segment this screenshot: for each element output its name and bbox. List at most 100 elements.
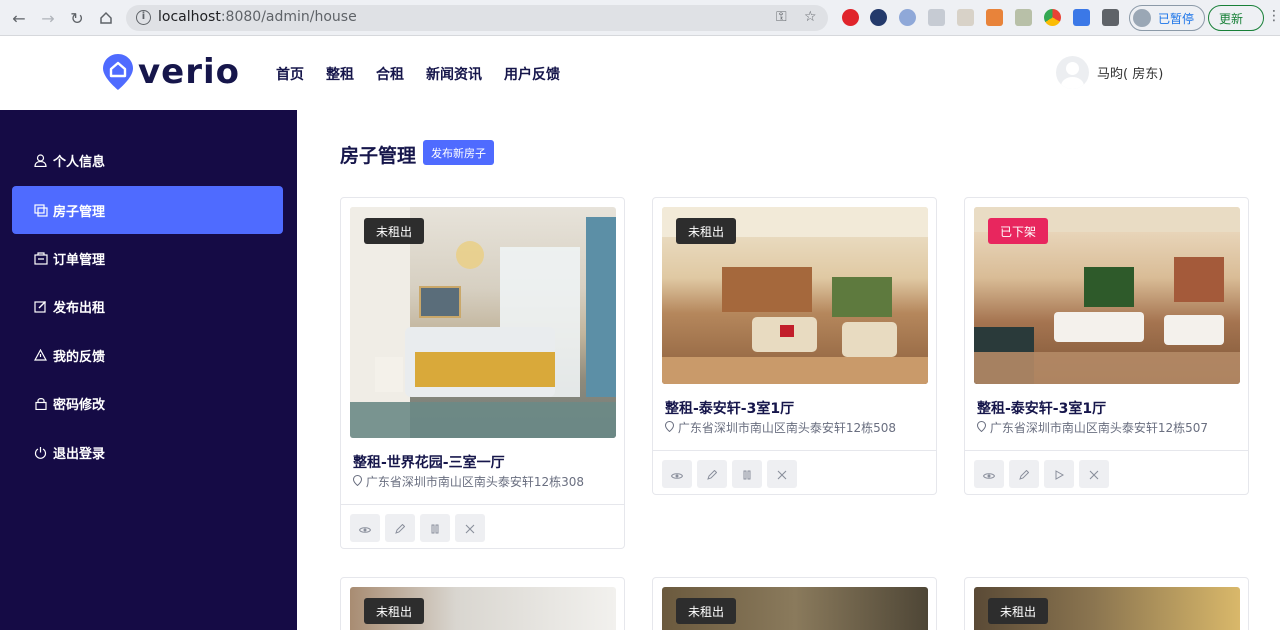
sidebar-item-label: 我的反馈 [53,349,106,365]
power-icon [33,445,48,460]
eye-icon [358,519,372,538]
network-extension-icon[interactable] [986,9,1003,26]
location-icon [664,420,678,435]
delete-button[interactable] [767,460,797,488]
pause-icon [743,465,751,484]
view-button[interactable] [662,460,692,488]
sidebar-item-publish-rent[interactable]: 发布出租 [12,282,283,330]
update-button[interactable]: 更新 [1208,5,1264,31]
edit-button[interactable] [697,460,727,488]
house-photo[interactable]: 已下架 [974,207,1240,384]
profile-status: 已暂停 [1158,12,1195,26]
status-badge: 未租出 [676,598,737,624]
profile-button[interactable]: 已暂停 [1129,5,1205,31]
api-extension-icon[interactable] [928,9,945,26]
play-button[interactable] [1044,460,1074,488]
location-icon [976,420,990,435]
orders-icon [33,251,48,266]
card-divider [341,504,624,505]
update-label: 更新 [1219,12,1244,26]
house-address: 广东省深圳市南山区南头泰安轩12栋507 [976,419,1208,436]
eye-icon [982,465,996,484]
logo[interactable]: verio [102,52,240,92]
sidebar-item-label: 退出登录 [53,446,106,462]
site-info-icon[interactable]: i [136,10,151,25]
nav-shared-rent[interactable]: 合租 [376,64,404,84]
check-extension-icon[interactable] [870,9,887,26]
sidebar-item-change-password[interactable]: 密码修改 [12,379,283,427]
pencil-icon [707,465,718,484]
sidebar-item-my-feedback[interactable]: 我的反馈 [12,331,283,379]
browser-toolbar: ← → ↻ i localhost:8080/admin/house ⚿ ☆ 已… [0,0,1280,36]
url-text: localhost:8080/admin/house [158,9,357,25]
user-name[interactable]: 马昀( 房东) [1097,63,1163,82]
house-title[interactable]: 整租-泰安轩-3室1厅 [977,398,1106,418]
sidebar: 个人信息 房子管理 订单管理 发布出租 我的反馈 密码修改 退出登录 [0,110,297,630]
forward-icon[interactable]: → [37,7,59,29]
edit-button[interactable] [385,514,415,542]
address-text: 广东省深圳市南山区南头泰安轩12栋308 [365,475,585,489]
sidebar-item-label: 个人信息 [53,154,106,170]
view-button[interactable] [350,514,380,542]
avatar[interactable] [1056,56,1089,89]
house-card: 未租出 [340,577,625,630]
house-title[interactable]: 整租-泰安轩-3室1厅 [665,398,794,418]
clipboard-extension-icon[interactable] [1015,9,1032,26]
sidebar-item-label: 发布出租 [53,300,106,316]
puzzle-icon[interactable] [1102,9,1119,26]
user-menu[interactable]: 马昀( 房东) [1056,56,1163,89]
star-icon[interactable]: ☆ [804,9,817,25]
delete-button[interactable] [1079,460,1109,488]
nav-feedback[interactable]: 用户反馈 [504,64,560,84]
sidebar-item-orders[interactable]: 订单管理 [12,234,283,282]
view-button[interactable] [974,460,1004,488]
profile-avatar [1133,9,1151,27]
house-card: 已下架 整租-泰安轩-3室1厅 广东省深圳市南山区南头泰安轩12栋507 [964,197,1249,495]
pause-button[interactable] [732,460,762,488]
card-divider [965,450,1248,451]
page-title: 房子管理 [340,145,417,167]
logo-text: verio [138,52,241,92]
close-icon [1089,465,1099,484]
card-actions [350,514,485,542]
sidebar-item-logout[interactable]: 退出登录 [12,428,283,476]
sidebar-item-house-management[interactable]: 房子管理 [12,186,283,234]
shield-extension-icon[interactable] [957,9,974,26]
address-bar[interactable]: i localhost:8080/admin/house ⚿ ☆ [126,5,828,31]
reload-icon[interactable]: ↻ [66,7,88,29]
key-icon[interactable]: ⚿ [776,9,787,25]
pencil-icon [1019,465,1030,484]
address-text: 广东省深圳市南山区南头泰安轩12栋508 [677,421,897,435]
pause-button[interactable] [420,514,450,542]
sidebar-item-label: 房子管理 [53,204,106,220]
publish-house-button[interactable]: 发布新房子 [423,140,494,165]
chrome-extension-icon[interactable] [1044,9,1061,26]
sidebar-item-profile[interactable]: 个人信息 [12,136,283,184]
delete-button[interactable] [455,514,485,542]
home-icon[interactable] [95,7,117,29]
pencil-icon [395,519,406,538]
house-photo[interactable]: 未租出 [662,207,928,384]
nav-home[interactable]: 首页 [276,64,304,84]
translate-extension-icon[interactable] [899,9,916,26]
house-card: 未租出 整租-泰安轩-3室1厅 广东省深圳市南山区南头泰安轩12栋508 [652,197,937,495]
house-address: 广东省深圳市南山区南头泰安轩12栋308 [352,473,585,490]
back-icon[interactable]: ← [8,7,30,29]
sidebar-item-label: 密码修改 [53,397,106,413]
status-badge: 未租出 [364,598,425,624]
opera-extension-icon[interactable] [842,9,859,26]
house-photo[interactable]: 未租出 [662,587,928,630]
user-icon [33,153,48,168]
card-actions [974,460,1109,488]
nav-news[interactable]: 新闻资讯 [426,64,482,84]
more-menu-icon[interactable]: ⋮ [1267,8,1280,24]
house-list-icon [33,203,48,218]
house-photo[interactable]: 未租出 [974,587,1240,630]
house-photo[interactable]: 未租出 [350,207,616,438]
download-extension-icon[interactable] [1073,9,1090,26]
nav-whole-rent[interactable]: 整租 [326,64,354,84]
edit-button[interactable] [1009,460,1039,488]
house-title[interactable]: 整租-世界花园-三室一厅 [353,452,505,472]
house-photo[interactable]: 未租出 [350,587,616,630]
logo-pin-icon [102,53,134,91]
